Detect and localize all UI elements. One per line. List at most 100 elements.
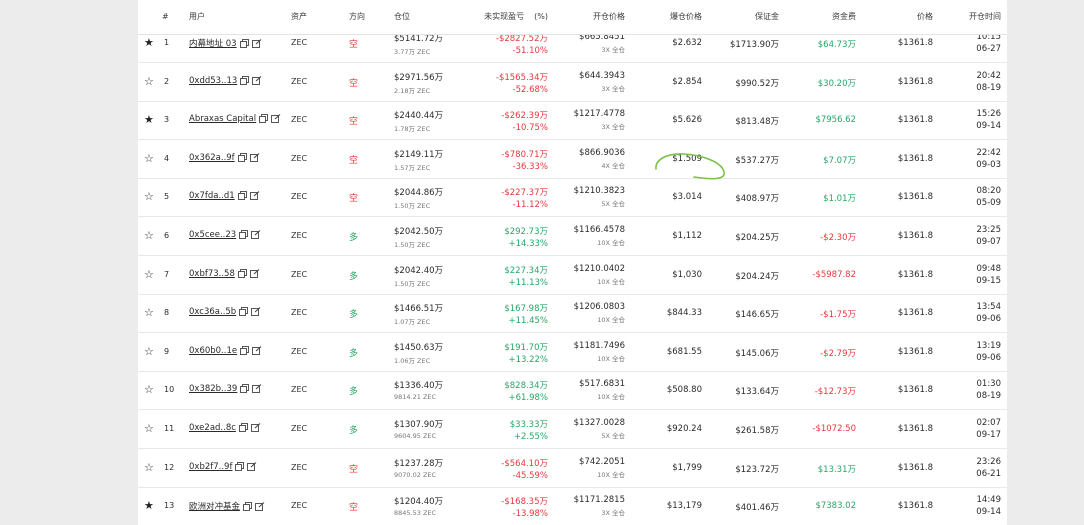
copy-icon[interactable] [239, 230, 249, 239]
open-time: 14:49 [976, 495, 1002, 506]
edit-icon[interactable] [250, 423, 261, 432]
position-coin: 1.78万 ZEC [394, 125, 431, 134]
edit-icon[interactable] [251, 39, 262, 48]
entry-price: $1210.0402 [573, 263, 625, 274]
user-link[interactable]: 0x362a..9f [189, 153, 235, 163]
user-link[interactable]: 0xe2ad..8c [189, 423, 236, 433]
edit-icon[interactable] [252, 75, 262, 85]
direction-cell: 空 [349, 117, 359, 128]
user-link[interactable]: 0xdd53..13 [189, 76, 237, 86]
copy-icon[interactable] [237, 268, 247, 278]
favorite-star-icon[interactable]: ☆ [144, 422, 154, 435]
table-row[interactable]: ☆ 4 0x362a..9f ZEC 空 $2149.11万 1.57万 ZEC… [138, 140, 1007, 179]
favorite-star-icon[interactable]: ☆ [144, 268, 154, 281]
direction-cell: 空 [349, 194, 359, 205]
edit-icon[interactable] [252, 345, 262, 355]
position-usd: $2971.56万 [394, 72, 444, 83]
user-link[interactable]: 0xb2f7..9f [189, 462, 232, 472]
position-coin: 1.57万 ZEC [394, 163, 431, 172]
copy-icon[interactable] [240, 384, 250, 394]
copy-icon[interactable] [235, 461, 245, 471]
favorite-star-icon[interactable]: ☆ [144, 152, 154, 165]
edit-icon[interactable] [251, 230, 261, 239]
table-row[interactable]: ☆ 7 0xbf73..58 ZEC 多 $2042.40万 1.50万 ZEC… [138, 256, 1007, 295]
upnl-percent: +61.98% [508, 393, 548, 404]
favorite-star-icon[interactable]: ☆ [144, 190, 154, 203]
table-row[interactable]: ☆ 10 0x382b..39 ZEC 多 $1336.40万 9814.21 … [138, 371, 1007, 411]
edit-icon[interactable] [255, 502, 265, 512]
header-margin[interactable]: 保证金 [699, 0, 779, 34]
user-link[interactable]: 0x382b..39 [189, 384, 237, 394]
copy-icon[interactable] [240, 75, 250, 85]
table-row[interactable]: ★ 13 欧洲对冲基金 ZEC 空 $1204.40万 8845.53 ZEC … [138, 487, 1007, 525]
table-row[interactable]: ☆ 11 0xe2ad..8c ZEC 多 $1307.90万 9604.95 … [138, 410, 1007, 449]
copy-icon[interactable] [239, 307, 249, 317]
header-liq[interactable]: 爆仓价格 [622, 0, 702, 34]
open-date: 05-09 [976, 198, 1001, 209]
upnl-percent: -11.12% [512, 200, 548, 211]
header-upnl[interactable]: 未实现盈亏 (%) [468, 0, 548, 34]
copy-icon[interactable] [240, 345, 250, 355]
table-row[interactable]: ☆ 6 0x5cee..23 ZEC 多 $2042.50万 1.50万 ZEC… [138, 217, 1007, 256]
header-position[interactable]: 仓位 [394, 0, 410, 34]
user-link[interactable]: 0xbf73..58 [189, 269, 235, 279]
copy-icon[interactable] [237, 152, 247, 162]
favorite-star-icon[interactable]: ☆ [144, 75, 154, 88]
user-link[interactable]: 0xc36a..5b [189, 307, 236, 317]
header-asset[interactable]: 资产 [291, 0, 307, 34]
header-funding[interactable]: 资金费 [776, 0, 856, 34]
leverage: 3X 全仓 [601, 509, 625, 518]
user-link[interactable]: Abraxas Capital [189, 114, 256, 124]
favorite-star-icon[interactable]: ★ [144, 113, 154, 126]
copy-icon[interactable] [259, 114, 269, 124]
copy-icon[interactable] [239, 39, 249, 48]
edit-icon[interactable] [251, 307, 261, 317]
edit-icon[interactable] [252, 384, 262, 394]
edit-icon[interactable] [271, 114, 281, 124]
header-entry[interactable]: 开仓价格 [545, 0, 625, 34]
position-cell: $2149.11万 1.57万 ZEC [394, 148, 443, 172]
entry-cell: $517.6831 10X 全仓 [545, 379, 625, 401]
table-row[interactable]: ☆ 12 0xb2f7..9f ZEC 空 $1237.28万 9070.02 … [138, 449, 1007, 488]
table-row[interactable]: ☆ 9 0x60b0..1e ZEC 多 $1450.63万 1.06万 ZEC… [138, 333, 1007, 372]
favorite-star-icon[interactable]: ☆ [144, 345, 154, 358]
copy-icon[interactable] [243, 502, 252, 512]
header-direction[interactable]: 方向 [349, 0, 365, 34]
favorite-star-icon[interactable]: ★ [144, 36, 154, 49]
entry-cell: $1327.0028 5X 全仓 [545, 418, 625, 440]
header-user[interactable]: 用户 [189, 0, 205, 34]
user-link[interactable]: 0x7fda..d1 [189, 191, 235, 201]
upnl-value: $292.73万 [504, 227, 548, 237]
margin-value: $204.24万 [735, 271, 779, 282]
edit-icon[interactable] [247, 461, 257, 471]
edit-icon[interactable] [249, 152, 260, 162]
entry-price: $1327.0028 [573, 418, 625, 428]
copy-icon[interactable] [238, 423, 248, 432]
asset-cell: ZEC [291, 501, 308, 511]
favorite-star-icon[interactable]: ☆ [144, 461, 154, 474]
table-row[interactable]: ☆ 5 0x7fda..d1 ZEC 空 $2044.86万 1.50万 ZEC… [138, 178, 1007, 218]
upnl-cell: $167.98万 +11.45% [468, 302, 548, 326]
favorite-star-icon[interactable]: ☆ [144, 383, 154, 396]
asset-cell: ZEC [291, 424, 308, 433]
edit-icon[interactable] [249, 191, 260, 201]
user-link[interactable]: 0x60b0..1e [189, 346, 237, 356]
user-link[interactable]: 内幕地址 03 [189, 39, 237, 49]
header-open-time[interactable]: 开仓时间 [921, 0, 1001, 34]
edit-icon[interactable] [249, 268, 260, 278]
favorite-star-icon[interactable]: ☆ [144, 306, 154, 319]
copy-icon[interactable] [237, 191, 247, 201]
table-row[interactable]: ★ 3 Abraxas Capital ZEC 空 $2440.44万 1.78… [138, 101, 1007, 141]
entry-price: $1166.4578 [573, 225, 625, 235]
table-row[interactable]: ☆ 2 0xdd53..13 ZEC 空 $2971.56万 2.18万 ZEC… [138, 63, 1007, 102]
liquidation-price: $2.632 [672, 38, 702, 48]
hand-drawn-annotation-stroke [655, 153, 725, 180]
open-time-cell: 13:19 09-06 [921, 341, 1001, 363]
favorite-star-icon[interactable]: ☆ [144, 229, 154, 242]
table-row[interactable]: ☆ 8 0xc36a..5b ZEC 多 $1466.51万 1.07万 ZEC… [138, 294, 1007, 334]
margin-value: $408.97万 [735, 194, 779, 205]
user-link[interactable]: 0x5cee..23 [189, 230, 236, 240]
direction-cell: 空 [349, 155, 359, 166]
user-link[interactable]: 欧洲对冲基金 [189, 502, 240, 512]
favorite-star-icon[interactable]: ★ [144, 499, 154, 512]
